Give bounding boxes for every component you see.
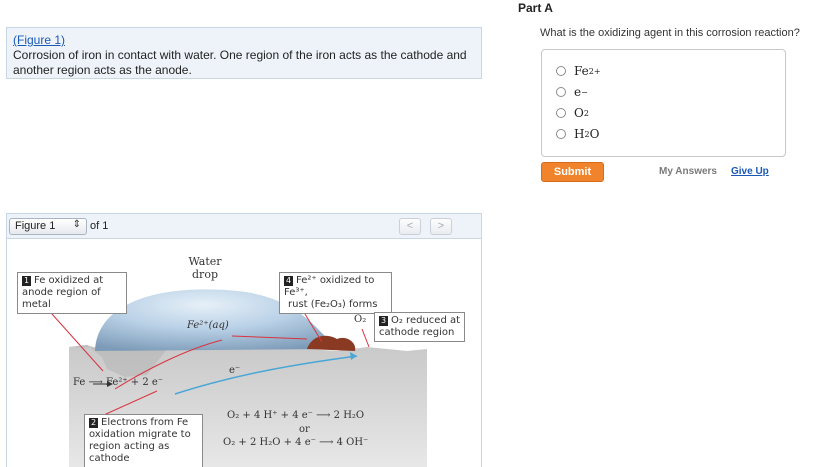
option-sup: − xyxy=(581,87,588,97)
option-sup: 2+ xyxy=(588,66,601,76)
my-answers-link[interactable]: My Answers xyxy=(659,166,717,177)
figure-link[interactable]: (Figure 1) xyxy=(13,33,65,47)
badge-2: 2 xyxy=(89,418,98,428)
radio-button[interactable] xyxy=(556,66,566,76)
figure-caption-box: (Figure 1) Corrosion of iron in contact … xyxy=(6,27,482,79)
question-text: What is the oxidizing agent in this corr… xyxy=(540,27,800,39)
answer-options: Fe 2+ e − O2 H2O xyxy=(541,49,786,157)
badge-1: 1 xyxy=(22,276,31,286)
part-title: Part A xyxy=(518,1,553,15)
corrosion-figure: 1 Fe oxidized at anode region of metal Wa… xyxy=(7,239,481,467)
box2-text: Electrons from Fe oxidation migrate to r… xyxy=(89,417,191,464)
label-box-3: 3 O₂ reduced at cathode region xyxy=(374,312,465,342)
option-text: Fe xyxy=(574,64,589,78)
box4-line1: Fe²⁺ oxidized to Fe³⁺, xyxy=(284,275,375,298)
figure-panel: Figure 1 ⇕ of 1 < > 1 Fe oxidized at ano… xyxy=(6,213,482,467)
o2-label: O₂ xyxy=(354,314,367,325)
cathode-pointer-line xyxy=(361,328,370,348)
option-text: O xyxy=(574,106,584,120)
box4-line2: rust (Fe₂O₃) forms xyxy=(288,299,378,310)
badge-4: 4 xyxy=(284,276,293,286)
box3-text: O₂ reduced at cathode region xyxy=(379,315,461,338)
option-text: H xyxy=(574,127,585,141)
option-fe2plus[interactable]: Fe 2+ xyxy=(556,63,601,79)
option-sub: 2 xyxy=(583,108,589,118)
radio-button[interactable] xyxy=(556,108,566,118)
next-figure-button[interactable]: > xyxy=(430,218,452,235)
radio-button[interactable] xyxy=(556,87,566,97)
prev-figure-button[interactable]: < xyxy=(399,218,421,235)
label-box-4: 4 Fe²⁺ oxidized to Fe³⁺, rust (Fe₂O₃) for… xyxy=(279,272,392,314)
figure-count-label: of 1 xyxy=(90,220,109,232)
water-drop-label: Water drop xyxy=(188,255,222,281)
cathode-equation-1: O₂ + 4 H⁺ + 4 e⁻ ⟶ 2 H₂O xyxy=(227,410,365,421)
cathode-equation-2: O₂ + 2 H₂O + 4 e⁻ ⟶ 4 OH⁻ xyxy=(223,437,369,448)
label-box-2: 2 Electrons from Fe oxidation migrate to … xyxy=(84,414,203,467)
option-tail: O xyxy=(589,127,600,141)
figure-toolbar: Figure 1 ⇕ of 1 < > xyxy=(7,214,481,239)
chevron-updown-icon: ⇕ xyxy=(72,219,81,230)
electron-label: e⁻ xyxy=(229,365,241,376)
fe2-aq-label: Fe²⁺(aq) xyxy=(187,320,229,331)
or-label: or xyxy=(299,424,310,435)
option-o2[interactable]: O2 xyxy=(556,105,589,121)
figure-select-value: Figure 1 xyxy=(15,220,56,232)
option-h2o[interactable]: H2O xyxy=(556,126,599,142)
caption-text: Corrosion of iron in contact with water.… xyxy=(13,48,467,77)
option-text: e xyxy=(574,85,582,99)
fe-oxidation-equation: Fe ⟶ Fe²⁺ + 2 e⁻ xyxy=(73,377,164,388)
give-up-link[interactable]: Give Up xyxy=(731,166,769,177)
figure-select[interactable]: Figure 1 ⇕ xyxy=(9,218,87,235)
label-box-1: 1 Fe oxidized at anode region of metal xyxy=(17,272,127,314)
radio-button[interactable] xyxy=(556,129,566,139)
option-electron[interactable]: e − xyxy=(556,84,588,100)
box1-text: Fe oxidized at anode region of metal xyxy=(22,275,104,310)
badge-3: 3 xyxy=(379,316,388,326)
submit-button[interactable]: Submit xyxy=(541,162,604,182)
